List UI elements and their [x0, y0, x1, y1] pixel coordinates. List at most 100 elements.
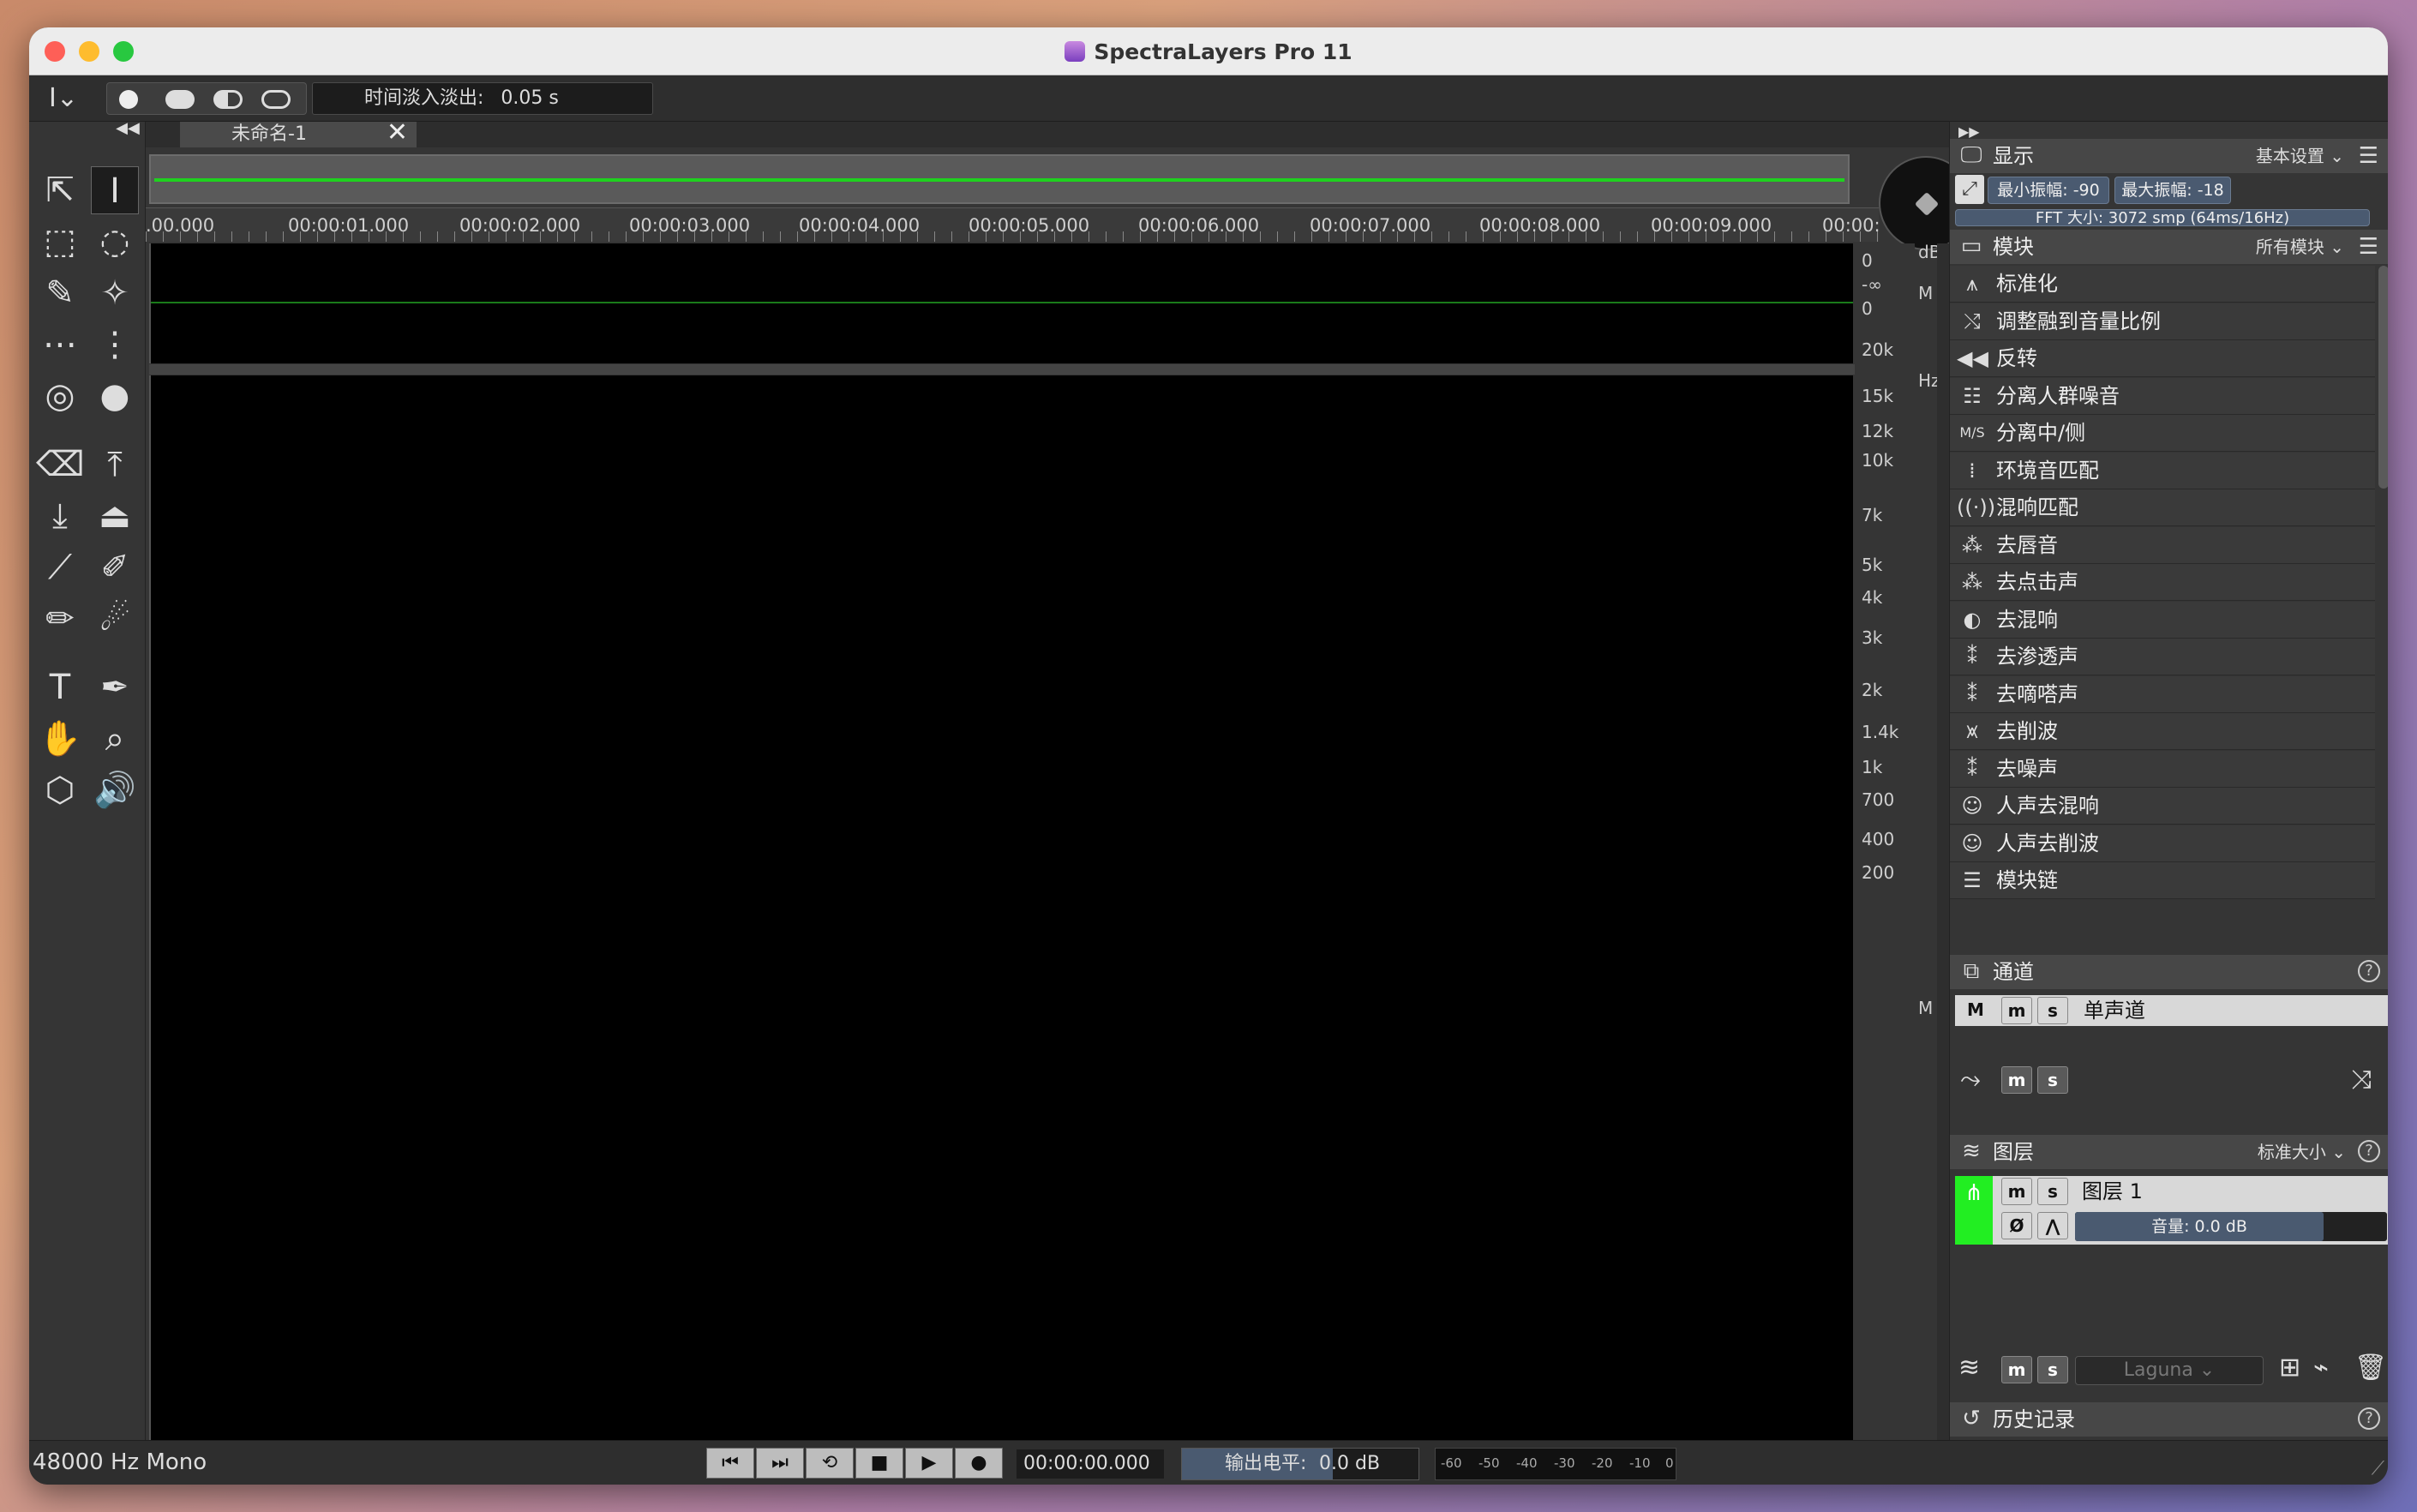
- output-level-field[interactable]: 输出电平: 0.0 dB: [1181, 1448, 1419, 1480]
- delete-layer-icon[interactable]: 🗑: [2354, 1353, 2387, 1383]
- time-ruler[interactable]: .00.000 00:00:01.000 00:00:02.000 00:00:…: [146, 207, 1880, 242]
- spray-tool-icon[interactable]: ☄: [91, 595, 139, 643]
- loop-button[interactable]: ⟲: [806, 1448, 854, 1479]
- brush-tool-icon[interactable]: ✐: [91, 543, 139, 591]
- module-item[interactable]: ⁂ 去点击声: [1950, 564, 2375, 601]
- selection-subtract-icon[interactable]: [213, 90, 243, 109]
- history-panel-header[interactable]: ↺ 历史记录 ?: [1950, 1402, 2388, 1437]
- channel-route-icon[interactable]: ⤳: [1960, 1065, 1981, 1095]
- pencil-tool-icon[interactable]: ✏: [36, 595, 84, 643]
- module-item[interactable]: ⁑ 去噪声: [1950, 750, 2375, 788]
- channel-mute-button[interactable]: m: [2001, 997, 2032, 1024]
- modules-menu-icon[interactable]: ☰: [2359, 230, 2378, 264]
- lasso-tool-icon[interactable]: ◌: [91, 218, 139, 266]
- move-tool-icon[interactable]: ⇱: [36, 166, 84, 214]
- go-to-start-button[interactable]: ⏮: [706, 1448, 754, 1479]
- channels-panel-header[interactable]: ⧉ 通道 ?: [1950, 955, 2388, 989]
- module-item[interactable]: ((·)) 混响匹配: [1950, 489, 2375, 526]
- waveform-view[interactable]: [149, 243, 1853, 363]
- module-item[interactable]: ⩚ 标准化: [1950, 266, 2375, 303]
- layer-envelope-icon[interactable]: ⋀: [2037, 1212, 2068, 1239]
- rectangle-select-tool-icon[interactable]: ⬚: [36, 218, 84, 266]
- zoom-window-button[interactable]: [113, 41, 134, 62]
- phase-invert-icon[interactable]: Ø: [2001, 1212, 2032, 1239]
- minimize-window-button[interactable]: [79, 41, 99, 62]
- module-item[interactable]: ☰ 模块链: [1950, 862, 2375, 899]
- overview-bar[interactable]: [149, 154, 1850, 204]
- tool-mode-dropdown[interactable]: I⌄: [38, 75, 89, 122]
- module-item[interactable]: ⁑ 去嘀嗒声: [1950, 675, 2375, 713]
- modules-panel-header[interactable]: ▭ 模块 所有模块 ⌄ ☰: [1950, 230, 2388, 264]
- clone-stamp-tool-icon[interactable]: ⏏: [91, 492, 139, 540]
- layer-row[interactable]: ⋔ m s 图层 1 Ø ⋀ 音量: 0.0 dB: [1955, 1176, 2388, 1245]
- sound-tool-icon[interactable]: ●: [91, 372, 139, 420]
- layer-size-dropdown[interactable]: 标准大小 ⌄: [2258, 1135, 2346, 1169]
- module-item[interactable]: ⁑ 去渗透声: [1950, 639, 2375, 675]
- harmonic-select-tool-icon[interactable]: ⋯: [36, 321, 84, 369]
- amplify-tool-icon[interactable]: ⤒: [91, 441, 139, 489]
- selection-add-icon[interactable]: [165, 90, 195, 109]
- collapse-left-icon[interactable]: ◀◀: [115, 120, 141, 137]
- time-fade-field[interactable]: 时间淡入淡出: 0.05 s: [312, 82, 653, 115]
- layers-panel-header[interactable]: ≋ 图层 标准大小 ⌄ ?: [1950, 1135, 2388, 1169]
- layers-master-solo-button[interactable]: s: [2037, 1356, 2068, 1383]
- document-tab[interactable]: 未命名-1 ✕: [180, 120, 417, 147]
- module-item[interactable]: ◐ 去混响: [1950, 601, 2375, 639]
- display-preset-dropdown[interactable]: 基本设置 ⌄: [2256, 139, 2344, 173]
- module-item[interactable]: ⩙ 去削波: [1950, 713, 2375, 750]
- time-selection-tool-icon[interactable]: I: [91, 166, 139, 214]
- channels-help-icon[interactable]: ?: [2358, 960, 2380, 982]
- go-to-end-button[interactable]: ⏭: [756, 1448, 804, 1479]
- display-menu-icon[interactable]: ☰: [2359, 139, 2378, 173]
- resize-grip-icon[interactable]: ⟋: [2372, 1458, 2384, 1479]
- layers-help-icon[interactable]: ?: [2358, 1140, 2380, 1162]
- layer-color-icon[interactable]: ⋔: [1955, 1176, 1993, 1245]
- layer-volume-slider[interactable]: 音量: 0.0 dB: [2075, 1212, 2387, 1241]
- vertical-scrollbar[interactable]: [1937, 243, 1949, 1440]
- current-time-display[interactable]: 00:00:00.000: [1017, 1449, 1164, 1479]
- attenuate-tool-icon[interactable]: ⤓: [36, 492, 84, 540]
- modules-scrollbar[interactable]: [2378, 266, 2388, 489]
- collapse-right-icon[interactable]: ▶▶: [1958, 123, 1980, 140]
- transient-tool-icon[interactable]: ◎: [36, 372, 84, 420]
- close-tab-icon[interactable]: ✕: [387, 120, 408, 146]
- history-help-icon[interactable]: ?: [2358, 1407, 2380, 1430]
- layer-mute-button[interactable]: m: [2001, 1178, 2032, 1205]
- fft-size-field[interactable]: FFT 大小: 3072 smp (64ms/16Hz): [1955, 209, 2370, 226]
- close-window-button[interactable]: [45, 41, 65, 62]
- channel-master-solo-button[interactable]: s: [2037, 1066, 2068, 1094]
- selection-intersect-icon[interactable]: [261, 90, 291, 109]
- module-item[interactable]: ⤭ 调整融到音量比例: [1950, 303, 2375, 340]
- play-button[interactable]: ▶: [905, 1448, 953, 1479]
- min-amplitude-field[interactable]: 最小振幅: -90 dB: [1988, 177, 2109, 225]
- channel-solo-button[interactable]: s: [2037, 997, 2068, 1024]
- eyedropper-tool-icon[interactable]: ✒: [91, 663, 139, 711]
- frequency-select-tool-icon[interactable]: ⋮: [91, 321, 139, 369]
- layers-master-mute-button[interactable]: m: [2001, 1356, 2032, 1383]
- amplitude-curve-icon[interactable]: ⤢: [1955, 175, 1984, 204]
- layer-stack-icon[interactable]: ≋: [1958, 1353, 1980, 1383]
- view-splitter[interactable]: [149, 364, 1855, 375]
- brush-select-tool-icon[interactable]: ✎: [36, 269, 84, 317]
- module-item[interactable]: M/S 分离中/侧: [1950, 415, 2375, 452]
- module-item[interactable]: ⁂ 去唇音: [1950, 526, 2375, 564]
- spectrogram-view[interactable]: [149, 375, 1853, 1440]
- module-item[interactable]: ◀◀ 反转: [1950, 340, 2375, 377]
- max-amplitude-field[interactable]: 最大振幅: -18 dB: [2114, 177, 2231, 225]
- hand-tool-icon[interactable]: ✋: [36, 715, 84, 763]
- speaker-tool-icon[interactable]: 🔊: [91, 766, 139, 814]
- 3d-view-tool-icon[interactable]: ⬡: [36, 766, 84, 814]
- module-item[interactable]: ☺ 人声去削波: [1950, 825, 2375, 862]
- module-item[interactable]: ☷ 分离人群噪音: [1950, 377, 2375, 415]
- layer-solo-button[interactable]: s: [2037, 1178, 2068, 1205]
- blend-mode-dropdown[interactable]: Laguna ⌄: [2075, 1356, 2264, 1385]
- add-audio-icon[interactable]: ⌁: [2313, 1353, 2329, 1383]
- stop-button[interactable]: ■: [855, 1448, 903, 1479]
- zoom-tool-icon[interactable]: ⌕: [91, 715, 139, 763]
- modules-filter-dropdown[interactable]: 所有模块 ⌄: [2256, 230, 2344, 264]
- eraser-tool-icon[interactable]: ⌫: [36, 441, 85, 489]
- channel-shuffle-icon[interactable]: ⤨: [2351, 1065, 2372, 1095]
- heal-tool-icon[interactable]: ⟋: [36, 543, 84, 591]
- record-button[interactable]: ●: [955, 1448, 1003, 1479]
- module-item[interactable]: ☺ 人声去混响: [1950, 788, 2375, 825]
